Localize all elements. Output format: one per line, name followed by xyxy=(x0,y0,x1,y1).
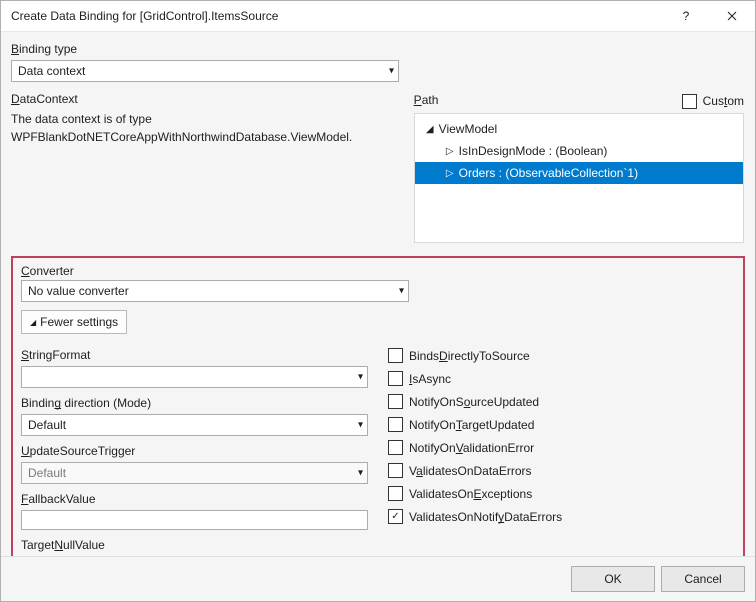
update-source-trigger-label: UpdateSourceTriggerUpdateSourceTrigger xyxy=(21,444,368,458)
path-label: PathPath xyxy=(414,93,682,107)
notify-on-validation-error-checkbox[interactable]: NotifyOnValidationErrorNotifyOnValidatio… xyxy=(388,440,735,455)
path-tree[interactable]: ◢ ViewModel ▷ IsInDesignMode : (Boolean)… xyxy=(414,113,744,243)
close-button[interactable] xyxy=(709,1,755,31)
binding-type-row: BBinding typeinding type Data context ▾ xyxy=(11,42,745,82)
checkbox-icon xyxy=(388,394,403,409)
binding-direction-value: Default xyxy=(28,418,66,432)
binding-direction-label: Binding direction (Mode)Binding directio… xyxy=(21,396,368,410)
notify-on-target-updated-checkbox[interactable]: NotifyOnTargetUpdatedNotifyOnTargetUpdat… xyxy=(388,417,735,432)
checkbox-icon xyxy=(388,371,403,386)
dialog-button-bar: OK Cancel xyxy=(1,556,755,601)
checkbox-icon xyxy=(388,463,403,478)
checkbox-icon xyxy=(388,417,403,432)
tree-item-isindesignmode[interactable]: ▷ IsInDesignMode : (Boolean) xyxy=(415,140,743,162)
custom-checkbox[interactable]: CustomCustom xyxy=(682,94,744,109)
update-source-trigger-combo: Default ▾ xyxy=(21,462,368,484)
update-source-trigger-value: Default xyxy=(28,466,66,480)
data-context-description: The data context is of type WPFBlankDotN… xyxy=(11,110,393,146)
validates-on-notify-data-errors-checkbox[interactable]: ✓ValidatesOnNotifyDataErrorsValidatesOnN… xyxy=(388,509,735,524)
chevron-down-icon: ▾ xyxy=(358,420,363,431)
chevron-down-icon: ▾ xyxy=(358,468,363,479)
is-async-checkbox[interactable]: IsAsyncIsAsync xyxy=(388,371,735,386)
checkbox-checked-icon: ✓ xyxy=(388,509,403,524)
chevron-down-icon: ▾ xyxy=(399,286,404,297)
tree-root-label: ViewModel xyxy=(439,122,497,136)
binding-type-combo[interactable]: Data context ▾ xyxy=(11,60,399,82)
dialog-title: Create Data Binding for [GridControl].It… xyxy=(11,9,663,23)
converter-value: No value converter xyxy=(28,284,129,298)
collapse-icon: ◢ xyxy=(425,124,435,135)
titlebar: Create Data Binding for [GridControl].It… xyxy=(1,1,755,32)
tree-item-label: Orders : (ObservableCollection`1) xyxy=(459,166,638,180)
expand-icon: ▷ xyxy=(445,146,455,157)
validates-on-data-errors-checkbox[interactable]: ValidatesOnDataErrorsValidatesOnDataErro… xyxy=(388,463,735,478)
help-button[interactable]: ? xyxy=(663,1,709,31)
chevron-down-icon: ▾ xyxy=(389,66,394,77)
binding-type-label: BBinding typeinding type xyxy=(11,42,745,56)
dialog-content: BBinding typeinding type Data context ▾ … xyxy=(1,32,755,556)
close-icon xyxy=(727,11,737,21)
string-format-label: StringFormatStringFormat xyxy=(21,348,368,362)
path-header: PathPath CustomCustom xyxy=(414,93,744,109)
data-context-label: DataContextDataContext xyxy=(11,92,393,106)
string-format-combo[interactable]: ▾ xyxy=(21,366,368,388)
binding-direction-combo[interactable]: Default ▾ xyxy=(21,414,368,436)
dialog-create-data-binding: Create Data Binding for [GridControl].It… xyxy=(0,0,756,602)
converter-label: ConverterConverter xyxy=(21,264,735,278)
checkbox-icon xyxy=(388,440,403,455)
settings-left-column: StringFormatStringFormat ▾ Binding direc… xyxy=(21,344,368,556)
notify-on-source-updated-checkbox[interactable]: NotifyOnSourceUpdatedNotifyOnSourceUpdat… xyxy=(388,394,735,409)
binding-type-value: Data context xyxy=(18,64,85,78)
validates-on-exceptions-checkbox[interactable]: ValidatesOnExceptionsValidatesOnExceptio… xyxy=(388,486,735,501)
path-column: PathPath CustomCustom ◢ ViewModel ▷ IsIn… xyxy=(413,92,745,244)
settings-grid: StringFormatStringFormat ▾ Binding direc… xyxy=(21,344,735,556)
converter-combo[interactable]: No value converter ▾ xyxy=(21,280,409,302)
converter-row: ConverterConverter No value converter ▾ xyxy=(21,264,735,302)
chevron-down-icon: ▾ xyxy=(358,372,363,383)
tree-item-label: IsInDesignMode : (Boolean) xyxy=(459,144,608,158)
converter-settings-section: ConverterConverter No value converter ▾ … xyxy=(11,256,745,556)
cancel-button[interactable]: Cancel xyxy=(661,566,745,592)
checkbox-icon xyxy=(682,94,697,109)
target-null-value-label: TargetNullValueTargetNullValue xyxy=(21,538,368,552)
mid-row: DataContextDataContext The data context … xyxy=(11,92,745,244)
tree-root[interactable]: ◢ ViewModel xyxy=(415,118,743,140)
tree-item-orders[interactable]: ▷ Orders : (ObservableCollection`1) xyxy=(415,162,743,184)
settings-right-column: BindsDirectlyToSourceBindsDirectlyToSour… xyxy=(388,344,735,556)
fallback-value-input[interactable] xyxy=(21,510,368,530)
fallback-value-label: FallbackValueFallbackValue xyxy=(21,492,368,506)
ok-button[interactable]: OK xyxy=(571,566,655,592)
custom-label: CustomCustom xyxy=(703,94,744,108)
collapse-icon: ◢ xyxy=(30,318,36,327)
expand-icon: ▷ xyxy=(445,168,455,179)
fewer-settings-toggle[interactable]: ◢ Fewer settings xyxy=(21,310,127,334)
fewer-settings-label: Fewer settings xyxy=(40,315,118,329)
checkbox-icon xyxy=(388,486,403,501)
checkbox-icon xyxy=(388,348,403,363)
binds-directly-checkbox[interactable]: BindsDirectlyToSourceBindsDirectlyToSour… xyxy=(388,348,735,363)
data-context-column: DataContextDataContext The data context … xyxy=(11,92,393,244)
